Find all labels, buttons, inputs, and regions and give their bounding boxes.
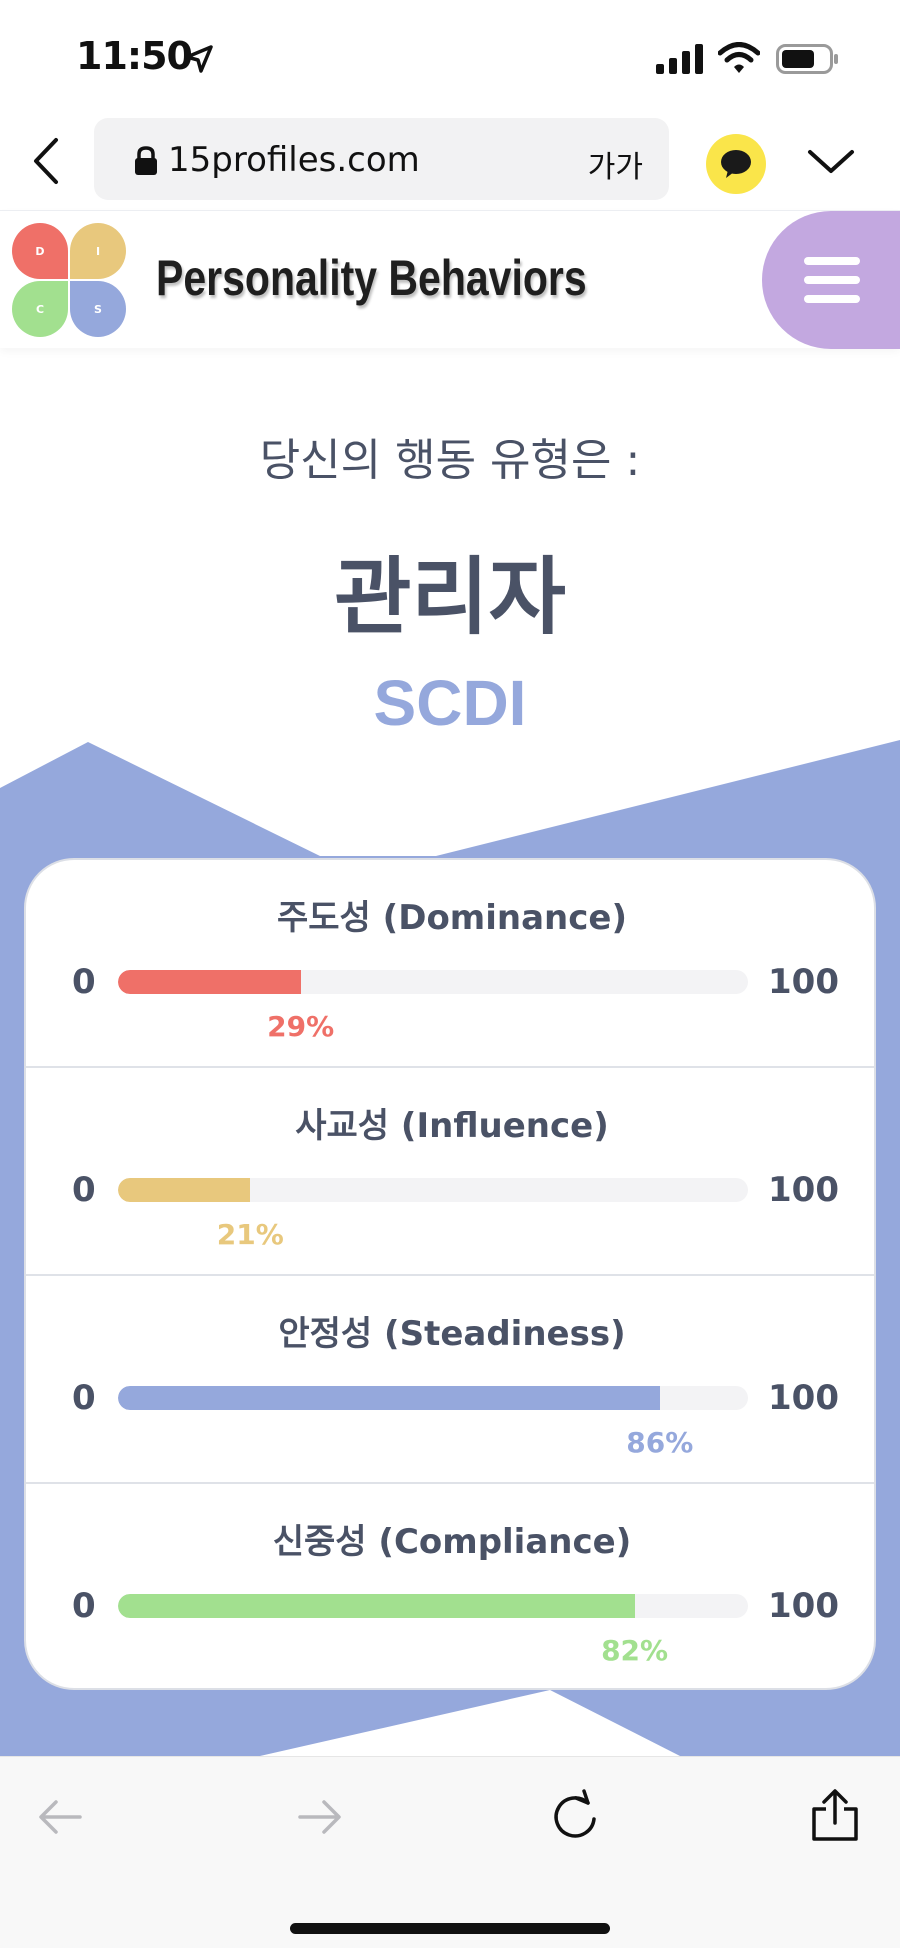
kakaotalk-icon: [721, 150, 751, 178]
browser-bottom-toolbar: [0, 1756, 900, 1948]
trait-max-label: 100: [768, 962, 839, 1002]
trait-row-steadiness: 안정성 (Steadiness) 0 100 86%: [26, 1276, 874, 1484]
trait-min-label: 0: [72, 962, 96, 1002]
url-field[interactable]: 15profiles.com 가가: [94, 118, 669, 200]
browser-address-bar: 15profiles.com 가가: [0, 110, 900, 210]
logo-petal-d: D: [12, 223, 68, 279]
trait-max-label: 100: [768, 1586, 839, 1626]
battery-icon: [776, 44, 838, 74]
status-time: 11:50: [76, 34, 193, 78]
trait-max-label: 100: [768, 1378, 839, 1418]
trait-progress-track: [118, 1386, 748, 1410]
result-intro: 당신의 행동 유형은 :: [259, 435, 641, 486]
trait-row-compliance: 신중성 (Compliance) 0 100 82%: [26, 1484, 874, 1688]
back-arrow-icon[interactable]: [36, 1797, 84, 1837]
lock-icon: [135, 146, 157, 175]
result-code: SCDI: [373, 667, 527, 739]
status-bar: 11:50: [0, 0, 900, 118]
forward-arrow-icon[interactable]: [296, 1797, 344, 1837]
trait-title: 안정성 (Steadiness): [278, 1314, 626, 1354]
trait-title: 사교성 (Influence): [295, 1106, 609, 1146]
trait-percent-label: 82%: [601, 1634, 669, 1667]
trait-progress-fill: [118, 970, 301, 994]
trait-row-dominance: 주도성 (Dominance) 0 100 29%: [26, 860, 874, 1068]
trait-progress-fill: [118, 1386, 660, 1410]
trait-progress-track: [118, 1178, 748, 1202]
location-arrow-icon: [185, 45, 213, 73]
trait-title: 주도성 (Dominance): [277, 898, 627, 938]
logo-petal-i: I: [70, 223, 126, 279]
back-chevron-icon[interactable]: [30, 136, 64, 186]
trait-min-label: 0: [72, 1378, 96, 1418]
trait-title: 신중성 (Compliance): [272, 1522, 632, 1562]
trait-percent-label: 86%: [626, 1426, 694, 1459]
result-card: 주도성 (Dominance) 0 100 29% 사교성 (Influence…: [24, 858, 876, 1690]
logo-petal-s: S: [70, 281, 126, 337]
trait-progress-fill: [118, 1178, 251, 1202]
trait-min-label: 0: [72, 1170, 96, 1210]
cellular-signal-icon: [656, 44, 703, 74]
result-type-name: 관리자: [334, 548, 566, 646]
text-size-button[interactable]: 가가: [588, 142, 643, 186]
reload-icon[interactable]: [550, 1789, 600, 1841]
site-title: Personality Behaviors: [156, 250, 587, 306]
trait-progress-fill: [118, 1594, 635, 1618]
home-indicator: [290, 1923, 610, 1934]
trait-progress-track: [118, 970, 748, 994]
trait-min-label: 0: [72, 1586, 96, 1626]
trait-row-influence: 사교성 (Influence) 0 100 21%: [26, 1068, 874, 1276]
trait-progress-track: [118, 1594, 748, 1618]
trait-percent-label: 21%: [216, 1218, 284, 1251]
trait-percent-label: 29%: [267, 1010, 335, 1043]
trait-max-label: 100: [768, 1170, 839, 1210]
share-icon[interactable]: [808, 1789, 862, 1843]
wifi-icon: [718, 42, 760, 73]
site-header: D I C S Personality Behaviors: [0, 210, 900, 349]
menu-button[interactable]: [762, 211, 900, 349]
kakaotalk-button[interactable]: [706, 134, 766, 194]
url-text: 15profiles.com: [168, 140, 420, 180]
site-logo[interactable]: D I C S: [12, 223, 128, 339]
collapse-chevron-icon[interactable]: [806, 146, 856, 176]
logo-petal-c: C: [12, 281, 68, 337]
